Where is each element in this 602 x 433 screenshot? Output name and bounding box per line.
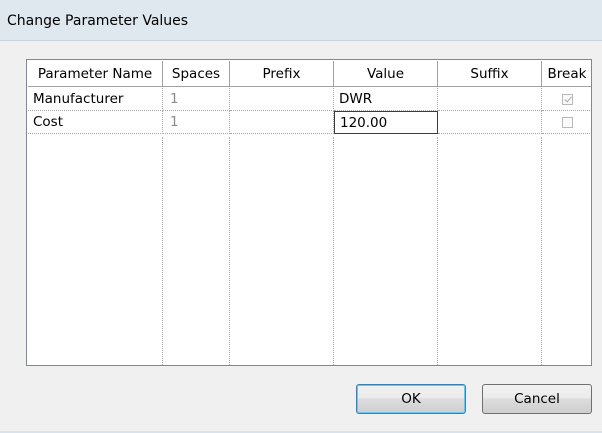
column-divider xyxy=(438,137,542,365)
suffix-cell[interactable] xyxy=(438,111,542,134)
break-cell[interactable] xyxy=(542,111,591,134)
ok-button[interactable]: OK xyxy=(356,384,466,414)
header-break[interactable]: Break xyxy=(542,61,591,87)
table-row[interactable]: Manufacturer 1 DWR xyxy=(28,88,591,111)
header-value[interactable]: Value xyxy=(334,61,438,87)
parameter-grid[interactable]: Parameter Name Spaces Prefix Value Suffi… xyxy=(26,59,592,366)
value-cell[interactable]: DWR xyxy=(334,88,438,111)
suffix-cell[interactable] xyxy=(438,88,542,111)
column-divider xyxy=(163,137,230,365)
header-prefix[interactable]: Prefix xyxy=(230,61,334,87)
break-cell[interactable] xyxy=(542,88,591,111)
parameter-name-cell: Manufacturer xyxy=(28,88,163,111)
grid-header: Parameter Name Spaces Prefix Value Suffi… xyxy=(28,61,591,88)
header-suffix[interactable]: Suffix xyxy=(438,61,542,87)
header-parameter-name[interactable]: Parameter Name xyxy=(28,61,163,87)
table-row[interactable]: Cost 1 120.00 xyxy=(28,111,591,134)
window-title: Change Parameter Values xyxy=(7,13,189,29)
break-checkbox[interactable] xyxy=(561,93,573,105)
column-divider xyxy=(230,137,334,365)
header-spaces[interactable]: Spaces xyxy=(163,61,230,87)
title-bar: Change Parameter Values xyxy=(0,0,602,41)
prefix-cell[interactable] xyxy=(230,111,334,134)
column-divider xyxy=(334,137,438,365)
spaces-cell[interactable]: 1 xyxy=(163,111,230,134)
break-checkbox[interactable] xyxy=(561,116,573,128)
column-divider xyxy=(28,137,163,365)
value-input[interactable]: 120.00 xyxy=(334,111,438,134)
parameter-name-cell: Cost xyxy=(28,111,163,134)
spaces-cell[interactable]: 1 xyxy=(163,88,230,111)
prefix-cell[interactable] xyxy=(230,88,334,111)
grid-empty-area xyxy=(28,137,542,365)
cancel-button[interactable]: Cancel xyxy=(482,384,592,414)
